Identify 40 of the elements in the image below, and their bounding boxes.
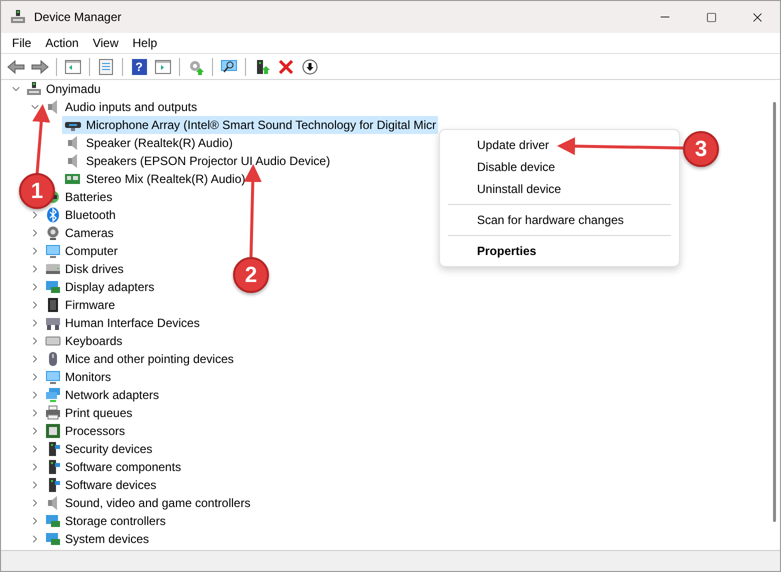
- tree-item[interactable]: Microphone Array (Intel® Smart Sound Technology for Digital Micr: [84, 116, 438, 134]
- tree-item[interactable]: Security devices: [63, 440, 154, 458]
- menu-item[interactable]: Action: [38, 33, 86, 53]
- tree-item[interactable]: Speaker (Realtek(R) Audio): [84, 134, 235, 152]
- help-button[interactable]: ?: [128, 56, 150, 78]
- tree-item[interactable]: Audio inputs and outputs: [63, 98, 200, 116]
- callout-number: 3: [683, 131, 719, 167]
- tree-item[interactable]: Mice and other pointing devices: [63, 350, 236, 368]
- tree-item[interactable]: Software devices: [63, 476, 158, 494]
- tree-item[interactable]: Bluetooth: [63, 206, 118, 224]
- tree-item[interactable]: Software components: [63, 458, 184, 476]
- menu-item[interactable]: View: [86, 33, 126, 53]
- tree-item[interactable]: Computer: [63, 242, 120, 260]
- menu-option[interactable]: Uninstall device: [440, 178, 679, 200]
- menu-option[interactable]: Properties: [440, 240, 679, 262]
- tree-item[interactable]: Speakers (EPSON Projector UI Audio Device): [84, 152, 332, 170]
- tree-item[interactable]: Onyimadu: [44, 80, 103, 98]
- menu-item[interactable]: File: [5, 33, 38, 53]
- tree-item[interactable]: Disk drives: [63, 260, 126, 278]
- tree-item[interactable]: Processors: [63, 422, 128, 440]
- tree-item[interactable]: Firmware: [63, 296, 117, 314]
- tree-item[interactable]: Keyboards: [63, 332, 124, 350]
- tree-item[interactable]: Print queues: [63, 404, 134, 422]
- window-title: Device Manager: [34, 10, 122, 24]
- tree-item[interactable]: Batteries: [63, 188, 114, 206]
- tree-item[interactable]: Display adapters: [63, 278, 156, 296]
- menu-option[interactable]: Scan for hardware changes: [440, 209, 679, 231]
- tree-item[interactable]: Cameras: [63, 224, 116, 242]
- tree-item[interactable]: Monitors: [63, 368, 114, 386]
- callout-number: 1: [19, 173, 55, 209]
- tree-item[interactable]: Human Interface Devices: [63, 314, 202, 332]
- tree-item[interactable]: Storage controllers: [63, 512, 168, 530]
- menu-option[interactable]: Update driver: [440, 134, 679, 156]
- callout-number: 2: [233, 257, 269, 293]
- tree-item[interactable]: System devices: [63, 530, 152, 548]
- tree-item[interactable]: Stereo Mix (Realtek(R) Audio): [84, 170, 248, 188]
- tree-item[interactable]: Network adapters: [63, 386, 162, 404]
- tree-item[interactable]: Sound, video and game controllers: [63, 494, 252, 512]
- menu-option[interactable]: Disable device: [440, 156, 679, 178]
- menu-item[interactable]: Help: [126, 33, 164, 53]
